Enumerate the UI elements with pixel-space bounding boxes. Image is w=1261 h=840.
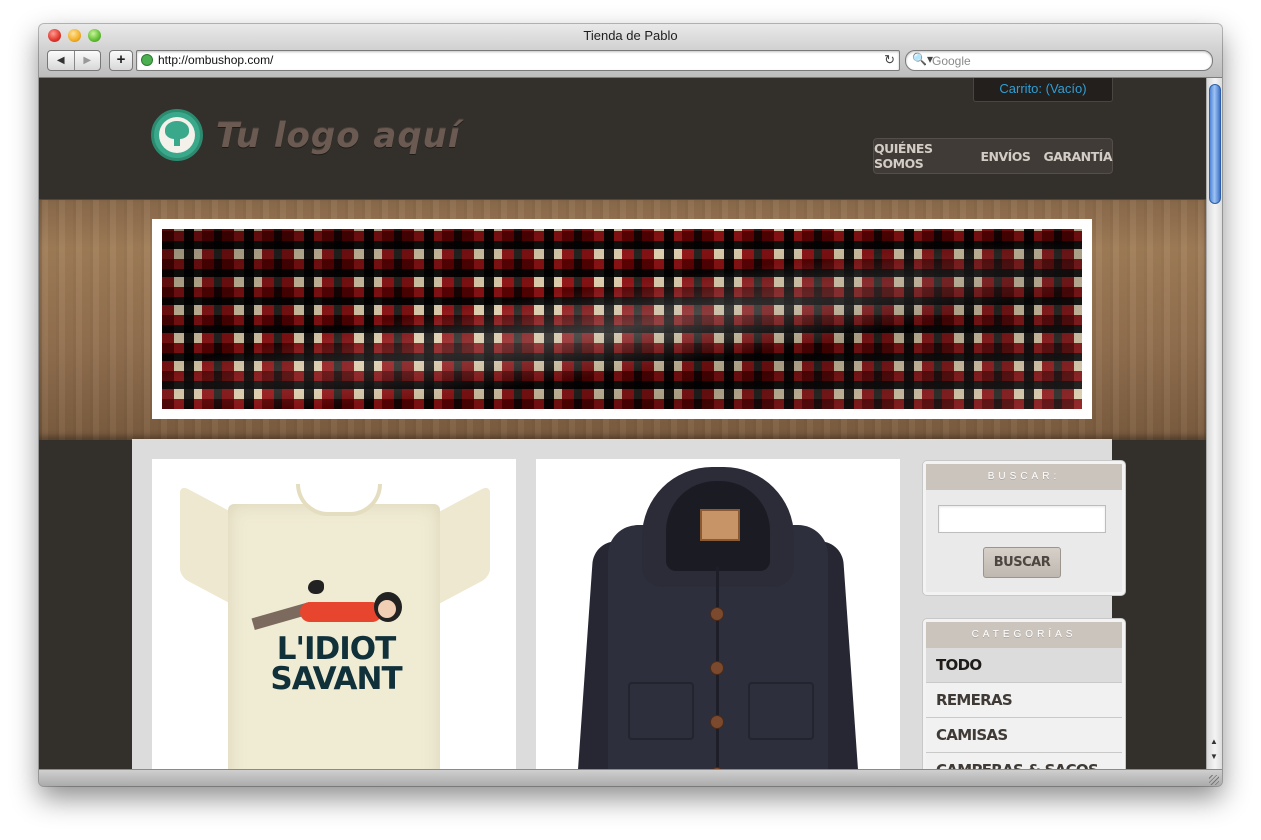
tshirt-print-text: L'IDIOT SAVANT [256,631,416,697]
browser-search-field[interactable]: 🔍▾ Google [905,50,1213,71]
cart-link[interactable]: Carrito: (Vacío) [973,78,1113,102]
category-item-todo[interactable]: TODO [926,648,1122,682]
jacket-label-tag [700,509,740,541]
categories-widget: CATEGORÍAS TODO REMERAS CAMISAS CAMPERAS… [923,619,1125,769]
search-button[interactable]: BUSCAR [983,547,1061,578]
search-widget-heading: BUSCAR: [926,464,1122,490]
scroll-down-arrow-icon[interactable]: ▼ [1210,752,1218,761]
jacket-image[interactable] [578,467,858,769]
window-title: Tienda de Pablo [583,28,678,43]
main-content: L'IDIOT SAVANT BUSCAR: BUSCAR CATEGORÍAS… [132,439,1125,769]
search-input[interactable] [938,505,1106,533]
tshirt-image[interactable]: L'IDIOT SAVANT [172,484,498,769]
categories-heading: CATEGORÍAS [926,622,1122,648]
vertical-scrollbar[interactable]: ▲ ▼ [1206,78,1222,769]
plaid-fabric-banner-image [162,229,1082,409]
title-bar: Tienda de Pablo ◀ ▶ + http://ombushop.co… [39,24,1222,78]
product-card[interactable] [536,459,900,769]
history-nav: ◀ ▶ [47,50,101,71]
category-item-camperas-sacos[interactable]: CAMPERAS & SACOS [926,752,1122,769]
category-item-remeras[interactable]: REMERAS [926,682,1122,717]
scrollbar-thumb[interactable] [1209,84,1221,204]
back-button[interactable]: ◀ [48,51,74,70]
logo-text[interactable]: Tu logo aquí [216,116,461,156]
add-bookmark-button[interactable]: + [109,50,133,71]
scroll-up-arrow-icon[interactable]: ▲ [1210,737,1218,746]
tshirt-illustration [251,580,410,631]
reload-icon[interactable]: ↻ [884,52,895,68]
search-icon[interactable]: 🔍▾ [912,52,933,66]
category-item-camisas[interactable]: CAMISAS [926,717,1122,752]
print-line-2: SAVANT [270,661,402,697]
category-list: TODO REMERAS CAMISAS CAMPERAS & SACOS [926,648,1122,769]
nav-quienes-somos[interactable]: QUIÉNES SOMOS [874,141,967,171]
search-placeholder: Google [932,54,971,68]
page-viewport: Carrito: (Vacío) Tu logo aquí QUIÉNES SO… [39,78,1206,769]
site-favicon-icon [141,54,153,66]
product-card[interactable]: L'IDIOT SAVANT [152,459,516,769]
top-navigation: QUIÉNES SOMOS ENVÍOS GARANTÍA [873,138,1113,174]
browser-window: Tienda de Pablo ◀ ▶ + http://ombushop.co… [39,24,1222,786]
status-bar [39,769,1222,786]
address-bar[interactable]: http://ombushop.com/ ↻ [136,50,900,71]
nav-garantia[interactable]: GARANTÍA [1043,149,1112,164]
nav-envios[interactable]: ENVÍOS [980,149,1030,164]
search-widget: BUSCAR: BUSCAR [923,461,1125,595]
resize-grip-icon[interactable] [1209,775,1219,785]
banner-frame [152,219,1092,419]
url-text[interactable]: http://ombushop.com/ [158,53,273,67]
print-line-1: L'IDIOT [276,631,397,667]
logo-tree-icon[interactable] [151,109,203,161]
forward-button[interactable]: ▶ [73,51,101,70]
